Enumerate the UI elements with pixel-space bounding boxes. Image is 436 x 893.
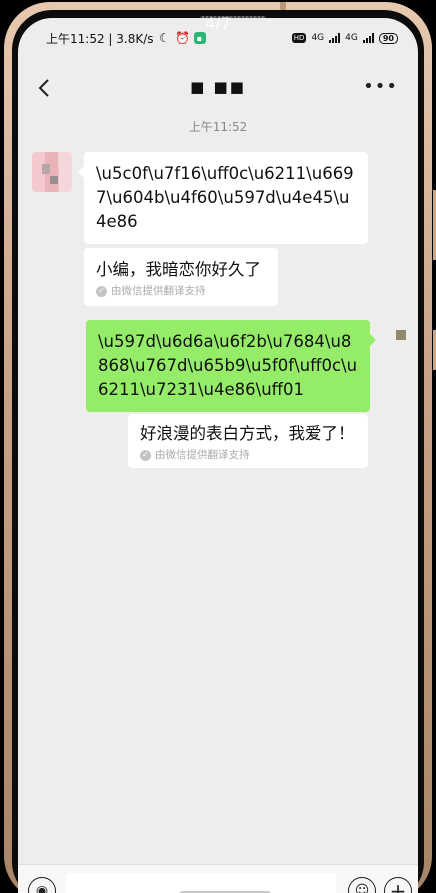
contact-avatar[interactable] xyxy=(32,152,72,192)
message-text: \u597d\u6d6a\u6f2b\u7684\u8868\u767d\u65… xyxy=(98,332,358,399)
app-notification-icon: ▪ xyxy=(193,32,206,44)
message-input[interactable] xyxy=(66,873,336,893)
signal-icon-2 xyxy=(362,33,374,43)
translation-text: 小编，我暗恋你好久了 xyxy=(96,260,261,279)
translation-bubble[interactable]: 好浪漫的表白方式，我爱了！ ✓ 由微信提供翻译支持 xyxy=(128,414,368,468)
phone-top-button xyxy=(280,2,286,10)
input-bar: ◉ ☺ + xyxy=(18,864,418,893)
phone-screen: 上午11:52 | 3.8K/s ☾ ⏰ ▪ HD 4G 4G 90 ■ ■■ … xyxy=(18,18,418,893)
self-avatar[interactable] xyxy=(396,330,406,340)
moon-icon: ☾ xyxy=(159,31,170,45)
voice-icon[interactable]: ◉ xyxy=(28,877,56,893)
emoji-icon[interactable]: ☺ xyxy=(348,877,376,893)
translation-bubble[interactable]: 小编，我暗恋你好久了 ✓ 由微信提供翻译支持 xyxy=(84,248,278,306)
translation-text: 好浪漫的表白方式，我爱了！ xyxy=(140,424,355,443)
signal-icon xyxy=(329,33,341,43)
alarm-icon: ⏰ xyxy=(175,31,190,45)
chat-header: ■ ■■ ••• xyxy=(18,66,418,110)
check-icon: ✓ xyxy=(96,285,107,297)
network-label: 4G xyxy=(311,33,325,43)
message-timestamp: 上午11:52 xyxy=(188,120,248,134)
plus-icon[interactable]: + xyxy=(384,877,412,893)
battery-indicator: 90 xyxy=(378,32,398,44)
received-message-bubble[interactable]: \u5c0f\u7f16\uff0c\u6211\u6697\u604b\u4f… xyxy=(78,152,368,244)
translation-note: ✓ 由微信提供翻译支持 xyxy=(140,448,356,462)
chat-title: ■ ■■ xyxy=(190,78,246,96)
translation-note-text: 由微信提供翻译支持 xyxy=(155,449,250,461)
check-icon: ✓ xyxy=(140,449,151,461)
hd-icon: HD xyxy=(291,33,307,43)
sent-message-bubble[interactable]: \u597d\u6d6a\u6f2b\u7684\u8868\u767d\u65… xyxy=(86,320,376,412)
translation-note-text: 由微信提供翻译支持 xyxy=(111,285,206,297)
translation-note: ✓ 由微信提供翻译支持 xyxy=(96,284,266,298)
message-text: \u5c0f\u7f16\uff0c\u6211\u6697\u604b\u4f… xyxy=(96,164,354,231)
network-label-2: 4G xyxy=(345,33,358,43)
more-icon[interactable]: ••• xyxy=(363,76,398,97)
page-indicator: 4/7 xyxy=(205,14,231,33)
